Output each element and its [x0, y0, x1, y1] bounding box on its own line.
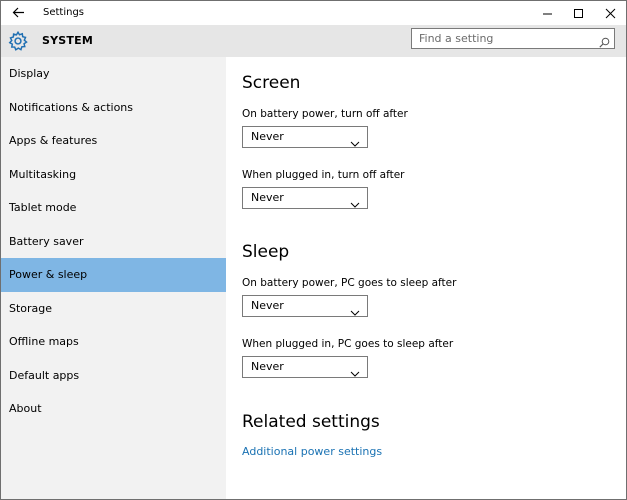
search-input[interactable] — [412, 29, 599, 48]
window-title: Settings — [43, 7, 85, 18]
sidebar-item-power-sleep[interactable]: Power & sleep — [1, 258, 226, 292]
sidebar-item-battery-saver[interactable]: Battery saver — [1, 225, 226, 259]
chevron-down-icon — [350, 363, 360, 377]
sidebar-item-offline-maps[interactable]: Offline maps — [1, 325, 226, 359]
back-button[interactable] — [7, 2, 29, 24]
minimize-icon — [542, 4, 553, 23]
dropdown-value: Never — [251, 191, 284, 204]
sidebar-item-about[interactable]: About — [1, 392, 226, 426]
sleep-plugged-dropdown[interactable]: Never — [242, 356, 368, 378]
sidebar-item-multitasking[interactable]: Multitasking — [1, 158, 226, 192]
sleep-plugged-label: When plugged in, PC goes to sleep after — [242, 338, 454, 350]
main-content: Screen On battery power, turn off after … — [226, 57, 626, 499]
page-title: SYSTEM — [42, 34, 93, 47]
settings-header: SYSTEM — [1, 25, 626, 57]
dropdown-value: Never — [251, 130, 284, 143]
search-icon[interactable] — [599, 33, 610, 48]
screen-section-title: Screen — [242, 73, 301, 93]
screen-plugged-label: When plugged in, turn off after — [242, 169, 405, 181]
minimize-button[interactable] — [532, 1, 562, 25]
chevron-down-icon — [350, 133, 360, 147]
close-icon — [605, 4, 616, 23]
sleep-battery-label: On battery power, PC goes to sleep after — [242, 277, 457, 289]
chevron-down-icon — [350, 302, 360, 316]
sleep-section-title: Sleep — [242, 242, 290, 262]
sidebar-item-notifications[interactable]: Notifications & actions — [1, 91, 226, 125]
related-settings-title: Related settings — [242, 412, 380, 432]
sidebar-item-default-apps[interactable]: Default apps — [1, 359, 226, 393]
sidebar-item-tablet-mode[interactable]: Tablet mode — [1, 191, 226, 225]
title-bar: Settings — [1, 1, 626, 25]
maximize-icon — [573, 4, 584, 23]
additional-power-settings-link[interactable]: Additional power settings — [242, 445, 382, 459]
sidebar-item-display[interactable]: Display — [1, 57, 226, 91]
screen-battery-label: On battery power, turn off after — [242, 108, 408, 120]
sleep-battery-dropdown[interactable]: Never — [242, 295, 368, 317]
sidebar-item-apps[interactable]: Apps & features — [1, 124, 226, 158]
screen-plugged-dropdown[interactable]: Never — [242, 187, 368, 209]
sidebar: Display Notifications & actions Apps & f… — [1, 57, 226, 499]
sidebar-item-storage[interactable]: Storage — [1, 292, 226, 326]
search-box[interactable] — [411, 28, 615, 49]
back-arrow-icon — [12, 4, 25, 23]
settings-window: Settings SYSTEM Find a setting Display N… — [0, 0, 627, 500]
dropdown-value: Never — [251, 299, 284, 312]
chevron-down-icon — [350, 194, 360, 208]
dropdown-value: Never — [251, 360, 284, 373]
close-button[interactable] — [595, 1, 625, 25]
gear-icon — [7, 30, 29, 52]
screen-battery-dropdown[interactable]: Never — [242, 126, 368, 148]
maximize-button[interactable] — [563, 1, 593, 25]
